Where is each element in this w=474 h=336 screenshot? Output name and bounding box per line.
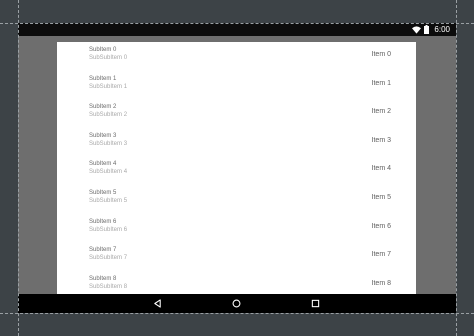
list-item-title: SubItem 4 bbox=[89, 161, 117, 168]
list-item-value: Item 8 bbox=[371, 279, 391, 287]
list-item-value: Item 2 bbox=[371, 108, 391, 116]
status-time: 6:00 bbox=[434, 25, 450, 34]
list-item-subtitle: SubSubItem 0 bbox=[89, 55, 128, 61]
list-item-subtitle: SubSubItem 8 bbox=[89, 283, 128, 290]
list-item-title: SubItem 0 bbox=[89, 47, 117, 53]
list-item-value: Item 4 bbox=[371, 165, 391, 173]
back-icon bbox=[153, 299, 162, 308]
back-button[interactable] bbox=[150, 296, 165, 311]
list-item-title: SubItem 2 bbox=[89, 104, 117, 111]
content-area: SubItem 0 SubSubItem 0 Item 0 SubItem 1 SubS… bbox=[18, 36, 456, 294]
list-item[interactable]: SubItem 4 SubSubItem 4 Item 4 bbox=[57, 161, 416, 189]
list-item-subtitle: SubSubItem 3 bbox=[89, 140, 128, 147]
list-item-title: SubItem 3 bbox=[89, 132, 117, 139]
list-item-value: Item 3 bbox=[371, 136, 391, 144]
list-item-title: SubItem 6 bbox=[89, 218, 117, 225]
list-item[interactable]: SubItem 5 SubSubItem 5 Item 5 bbox=[57, 190, 416, 218]
list-item[interactable]: SubItem 8 SubSubItem 8 Item 8 bbox=[57, 276, 416, 294]
list-item-text: SubItem 7 SubSubItem 7 bbox=[89, 247, 127, 262]
list-item-title: SubItem 7 bbox=[89, 247, 117, 254]
list-item-subtitle: SubSubItem 1 bbox=[89, 83, 128, 90]
home-button[interactable] bbox=[229, 296, 244, 311]
list-item-text: SubItem 3 SubSubItem 3 bbox=[89, 133, 127, 148]
list-item-value: Item 0 bbox=[371, 51, 391, 58]
battery-icon bbox=[424, 25, 430, 34]
wifi-icon bbox=[412, 25, 422, 34]
list-item[interactable]: SubItem 2 SubSubItem 2 Item 2 bbox=[57, 104, 416, 132]
list-item[interactable]: SubItem 6 SubSubItem 6 Item 6 bbox=[57, 219, 416, 247]
list-item-text: SubItem 4 SubSubItem 4 bbox=[89, 161, 127, 176]
layout-guide-right bbox=[456, 0, 457, 336]
list-item-text: SubItem 2 SubSubItem 2 bbox=[89, 104, 127, 119]
list-item[interactable]: SubItem 7 SubSubItem 7 Item 7 bbox=[57, 247, 416, 275]
list-sheet: SubItem 0 SubSubItem 0 Item 0 SubItem 1 SubS… bbox=[57, 42, 416, 294]
navigation-bar bbox=[18, 294, 456, 313]
list-item-value: Item 5 bbox=[371, 194, 391, 201]
list-item-text: SubItem 6 SubSubItem 6 bbox=[89, 219, 127, 234]
list-item-text: SubItem 8 SubSubItem 8 bbox=[89, 276, 127, 291]
recents-button[interactable] bbox=[308, 296, 323, 311]
recents-icon bbox=[311, 299, 320, 308]
list-item-subtitle: SubSubItem 2 bbox=[89, 112, 128, 119]
list-item-text: SubItem 0 SubSubItem 0 bbox=[89, 47, 127, 62]
device-screen: 6:00 SubItem 0 SubSubItem 0 Item 0 SubItem … bbox=[18, 23, 456, 313]
list-item-subtitle: SubSubItem 5 bbox=[89, 198, 128, 204]
list-item-title: SubItem 1 bbox=[89, 75, 117, 82]
list-item[interactable]: SubItem 3 SubSubItem 3 Item 3 bbox=[57, 133, 416, 161]
list-item-subtitle: SubSubItem 7 bbox=[89, 255, 128, 262]
list-item[interactable]: SubItem 0 SubSubItem 0 Item 0 bbox=[57, 47, 416, 75]
list-item-subtitle: SubSubItem 6 bbox=[89, 226, 128, 233]
list-item-text: SubItem 1 SubSubItem 1 bbox=[89, 76, 127, 91]
list-item-value: Item 7 bbox=[371, 251, 391, 259]
status-bar: 6:00 bbox=[18, 23, 456, 36]
list-item-text: SubItem 5 SubSubItem 5 bbox=[89, 190, 127, 205]
list-item-title: SubItem 5 bbox=[89, 190, 117, 196]
list-item-title: SubItem 8 bbox=[89, 275, 117, 282]
list-item-subtitle: SubSubItem 4 bbox=[89, 169, 128, 176]
home-icon bbox=[232, 299, 241, 308]
list-item-value: Item 6 bbox=[371, 222, 391, 230]
status-icons: 6:00 bbox=[412, 23, 450, 36]
layout-guide-bottom bbox=[0, 313, 474, 314]
list-item-value: Item 1 bbox=[371, 79, 391, 87]
list-item[interactable]: SubItem 1 SubSubItem 1 Item 1 bbox=[57, 76, 416, 104]
